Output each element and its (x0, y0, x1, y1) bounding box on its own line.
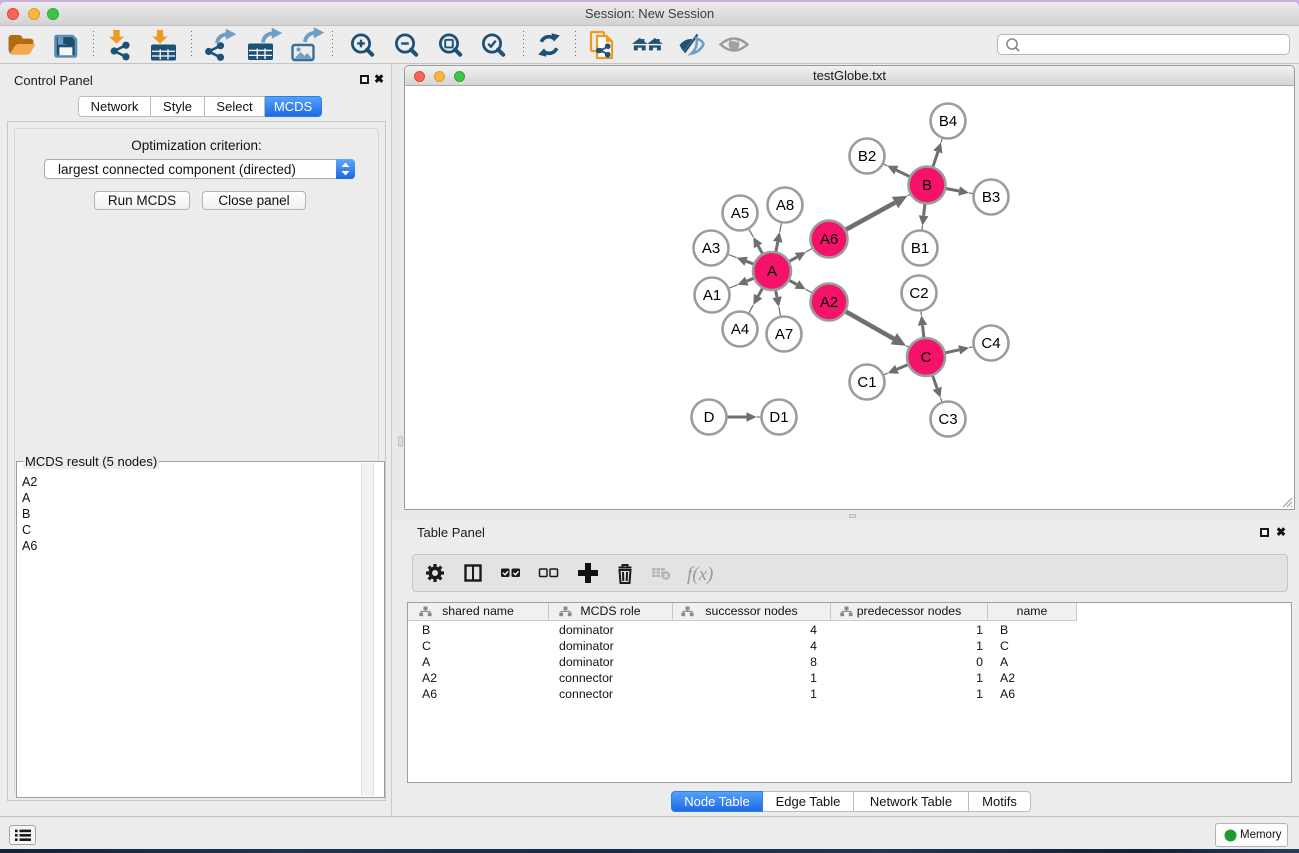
svg-text:B4: B4 (939, 113, 957, 130)
svg-text:A6: A6 (820, 231, 838, 248)
svg-text:C: C (921, 349, 932, 366)
svg-text:A5: A5 (731, 205, 749, 222)
svg-text:A2: A2 (820, 294, 838, 311)
svg-text:C3: C3 (938, 411, 957, 428)
svg-text:A1: A1 (703, 287, 721, 304)
svg-text:B3: B3 (982, 189, 1000, 206)
svg-text:C4: C4 (981, 335, 1000, 352)
svg-text:A8: A8 (776, 197, 794, 214)
svg-text:B: B (922, 177, 932, 194)
svg-text:C1: C1 (857, 374, 876, 391)
svg-text:A4: A4 (731, 321, 749, 338)
svg-text:B1: B1 (911, 240, 929, 257)
svg-text:D1: D1 (769, 409, 788, 426)
svg-text:A3: A3 (702, 240, 720, 257)
svg-text:D: D (704, 409, 715, 426)
svg-text:B2: B2 (858, 148, 876, 165)
svg-text:A: A (767, 263, 777, 280)
svg-text:f(x): f(x) (687, 564, 713, 585)
svg-text:A7: A7 (775, 326, 793, 343)
svg-text:C2: C2 (909, 285, 928, 302)
